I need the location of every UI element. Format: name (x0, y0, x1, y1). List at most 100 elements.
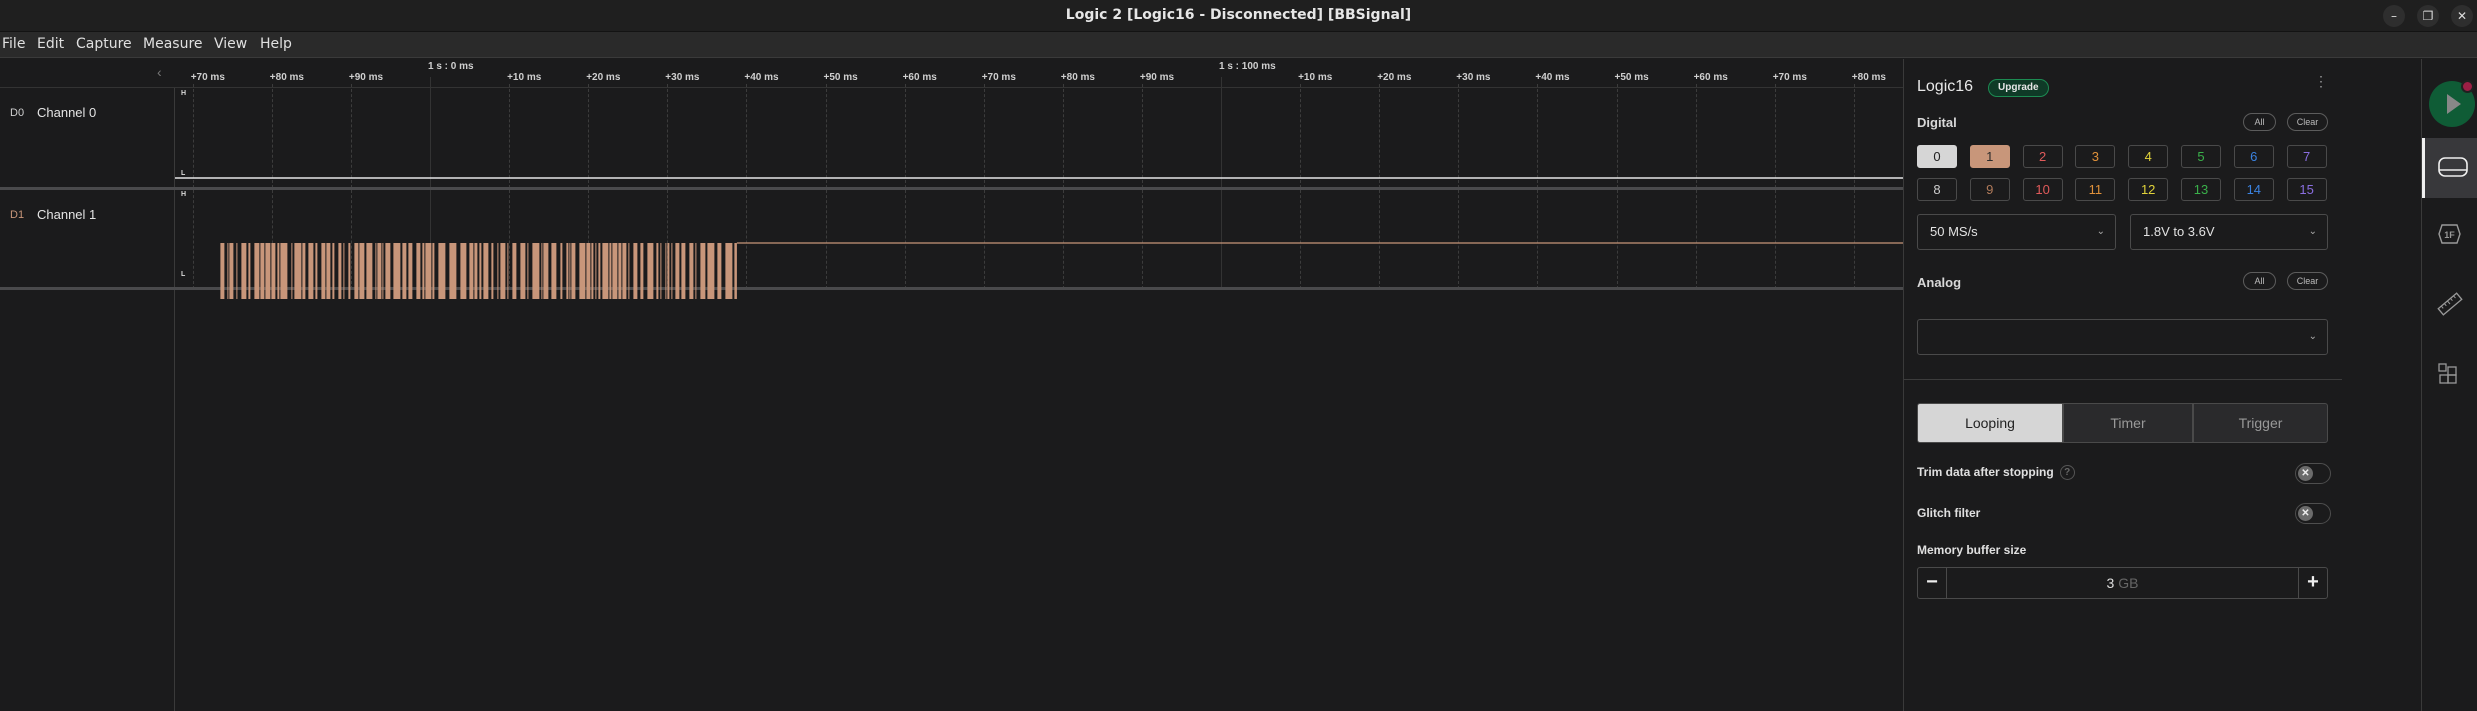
pulse (294, 243, 302, 299)
pulse (408, 243, 413, 299)
pulse (422, 243, 425, 299)
glitch-filter-toggle[interactable]: ✕ (2295, 503, 2331, 524)
pulse (359, 243, 365, 299)
pulse (483, 243, 489, 299)
analog-label: Analog (1917, 275, 1962, 290)
pulse (602, 243, 609, 299)
voltage-select[interactable]: 1.8V to 3.6V ⌄ (2130, 214, 2328, 250)
notification-dot (2461, 80, 2474, 93)
pulse (700, 243, 706, 299)
pulse (717, 243, 722, 299)
digital-channel-3-button[interactable]: 3 (2075, 145, 2116, 168)
pulse (571, 243, 576, 299)
chevron-down-icon: ⌄ (2308, 331, 2317, 342)
pulse (675, 243, 680, 299)
mode-looping-tab[interactable]: Looping (1917, 403, 2063, 443)
decrement-button[interactable]: − (1918, 568, 1947, 598)
digital-channel-13-button[interactable]: 13 (2181, 178, 2221, 201)
pulse (541, 243, 543, 299)
pulse (449, 243, 457, 299)
digital-channel-12-button[interactable]: 12 (2128, 178, 2169, 201)
digital-all-button[interactable]: All (2243, 113, 2276, 131)
pulse (236, 243, 238, 299)
more-options-icon[interactable]: ⋮ (2314, 74, 2328, 88)
pulse (532, 243, 540, 299)
pulse (598, 243, 601, 299)
analog-channel-select[interactable]: ⌄ (1917, 319, 2328, 355)
pulse (291, 243, 293, 299)
trim-data-toggle[interactable]: ✕ (2295, 463, 2331, 484)
digital-channel-4-button[interactable]: 4 (2128, 145, 2169, 168)
help-icon[interactable]: ? (2059, 465, 2075, 481)
extensions-tab[interactable] (2422, 344, 2477, 404)
pulse (622, 243, 627, 299)
digital-channel-14-button[interactable]: 14 (2233, 178, 2274, 201)
maximize-button[interactable]: ❐ (2417, 5, 2439, 27)
trim-data-text: Trim data after stopping (1917, 465, 2054, 479)
pulse (375, 243, 377, 299)
menu-file[interactable]: File (2, 36, 25, 52)
menu-measure[interactable]: Measure (143, 36, 203, 52)
memory-buffer-input[interactable]: 3 GB (1948, 568, 2297, 598)
upgrade-badge[interactable]: Upgrade (1988, 79, 2049, 97)
minimize-button[interactable]: – (2383, 5, 2405, 27)
increment-button[interactable]: + (2298, 568, 2327, 598)
close-button[interactable]: ✕ (2451, 5, 2473, 27)
digital-channel-5-button[interactable]: 5 (2181, 145, 2221, 168)
digital-channel-15-button[interactable]: 15 (2286, 178, 2327, 201)
pulse (695, 243, 697, 299)
analyzers-tab[interactable]: 1F (2422, 204, 2477, 264)
pulse (725, 243, 733, 299)
sample-rate-select[interactable]: 50 MS/s ⌄ (1917, 214, 2116, 250)
menu-help[interactable]: Help (260, 36, 292, 52)
pulse (377, 243, 382, 299)
extensions-icon (2438, 363, 2457, 384)
pulse (609, 243, 612, 299)
digital-channel-2-button[interactable]: 2 (2022, 145, 2063, 168)
pulse (660, 243, 662, 299)
mode-trigger-tab[interactable]: Trigger (2193, 403, 2328, 443)
pulse (277, 243, 280, 299)
pulse (338, 243, 342, 299)
digital-channel-0-button[interactable]: 0 (1917, 145, 1957, 168)
memory-unit: GB (2118, 575, 2139, 591)
pulse (479, 243, 482, 299)
digital-channel-6-button[interactable]: 6 (2233, 145, 2274, 168)
menu-view[interactable]: View (214, 36, 247, 52)
start-capture-button[interactable] (2429, 80, 2475, 127)
pulse (260, 243, 265, 299)
digital-channel-9-button[interactable]: 9 (1969, 178, 2010, 201)
measurements-tab[interactable] (2422, 274, 2477, 334)
pulse (332, 243, 335, 299)
menu-capture[interactable]: Capture (76, 36, 132, 52)
digital-label: Digital (1917, 115, 1957, 130)
pulse (416, 243, 421, 299)
pulse (385, 243, 391, 299)
analog-all-button[interactable]: All (2243, 272, 2276, 290)
pulse (667, 243, 670, 299)
device-settings-tab[interactable] (2422, 138, 2477, 198)
pulse (308, 243, 314, 299)
digital-channel-11-button[interactable]: 11 (2075, 178, 2116, 201)
pulse (671, 243, 673, 299)
chevron-down-icon: ⌄ (2096, 226, 2105, 237)
trim-data-label: Trim data after stopping? (1917, 465, 2075, 481)
digital-channel-10-button[interactable]: 10 (2022, 178, 2063, 201)
pulse (586, 243, 591, 299)
analog-clear-button[interactable]: Clear (2287, 272, 2328, 290)
pulse (591, 243, 594, 299)
menu-edit[interactable]: Edit (37, 36, 64, 52)
waveform-view[interactable]: ‹ +70 ms +80 ms +90 ms +10 ms +20 ms +30 ms +4… (0, 59, 1903, 711)
pulse (656, 243, 659, 299)
digital-channel-7-button[interactable]: 7 (2286, 145, 2327, 168)
digital-channel-8-button[interactable]: 8 (1917, 178, 1957, 201)
pulse (551, 243, 557, 299)
chevron-down-icon: ⌄ (2308, 226, 2317, 237)
digital-clear-button[interactable]: Clear (2287, 113, 2328, 131)
pulse (734, 243, 737, 299)
pulse (382, 243, 384, 299)
mode-timer-tab[interactable]: Timer (2063, 403, 2193, 443)
voltage-value: 1.8V to 3.6V (2143, 224, 2215, 239)
digital-channel-1-button[interactable]: 1 (1969, 145, 2010, 168)
pulse (438, 243, 446, 299)
